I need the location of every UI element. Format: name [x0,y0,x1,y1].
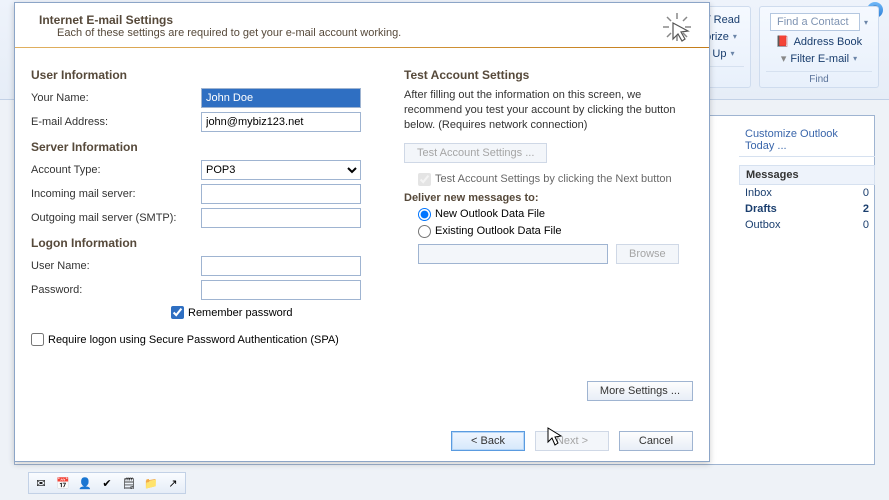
dialog-right-col: Test Account Settings After filling out … [404,60,693,352]
folders-icon[interactable]: 📁 [143,475,159,491]
email-settings-dialog: Internet E-mail Settings Each of these s… [14,2,710,462]
contacts-icon[interactable]: 👤 [77,475,93,491]
username-label: User Name: [31,260,201,272]
find-contact-placeholder: Find a Contact [770,13,860,31]
messages-header: Messages [739,165,875,185]
test-next-checkbox [418,173,431,186]
more-settings-button[interactable]: More Settings ... [587,381,693,401]
dialog-subtitle: Each of these settings are required to g… [57,27,695,39]
account-type-select[interactable]: POP3 [201,160,361,180]
email-label: E-mail Address: [31,116,201,128]
chevron-down-icon: ▾ [731,49,735,58]
shortcuts-icon[interactable]: ↗ [165,475,181,491]
dialog-header: Internet E-mail Settings Each of these s… [15,3,709,47]
next-button[interactable]: Next > [535,431,609,451]
logon-info-heading: Logon Information [31,236,386,250]
ribbon-group-find: Find a Contact ▾ 📕 Address Book ▾ Filter… [759,6,879,88]
your-name-input[interactable] [201,88,361,108]
message-row-drafts[interactable]: Drafts 2 [739,201,875,217]
existing-datafile-radio[interactable] [418,225,431,238]
message-row-label: Inbox [745,187,772,199]
test-next-label: Test Account Settings by clicking the Ne… [435,173,672,185]
cursor-click-icon [659,9,695,45]
spa-label: Require logon using Secure Password Auth… [48,334,339,346]
datafile-path-input [418,244,608,264]
test-description: After filling out the information on thi… [404,88,693,133]
customize-today-link[interactable]: Customize Outlook Today ... [739,124,875,157]
server-info-heading: Server Information [31,140,386,154]
tasks-icon[interactable]: ✔ [99,475,115,491]
test-heading: Test Account Settings [404,68,693,82]
spa-checkbox[interactable] [31,333,44,346]
message-row-count: 0 [863,219,869,231]
cancel-button[interactable]: Cancel [619,431,693,451]
quick-launch-bar: ✉ 📅 👤 ✔ 🗒 📁 ↗ [28,472,186,494]
message-row-count: 0 [863,187,869,199]
message-row-label: Drafts [745,203,777,215]
chevron-down-icon: ▾ [853,54,857,63]
find-contact-field[interactable]: Find a Contact ▾ [766,11,872,33]
your-name-label: Your Name: [31,92,201,104]
outgoing-input[interactable] [201,208,361,228]
incoming-label: Incoming mail server: [31,188,201,200]
calendar-icon[interactable]: 📅 [55,475,71,491]
deliver-heading: Deliver new messages to: [404,192,693,204]
filter-email-label: Filter E-mail [790,53,849,65]
username-input[interactable] [201,256,361,276]
message-row-count: 2 [863,203,869,215]
password-label: Password: [31,284,201,296]
user-info-heading: User Information [31,68,386,82]
notes-icon[interactable]: 🗒 [121,475,137,491]
remember-label: Remember password [188,307,293,319]
dialog-footer: < Back Next > Cancel [451,431,693,451]
remember-checkbox[interactable] [171,306,184,319]
new-datafile-label: New Outlook Data File [435,208,545,220]
dialog-left-col: User Information Your Name: E-mail Addre… [31,60,386,352]
existing-datafile-label: Existing Outlook Data File [435,225,562,237]
address-book-icon: 📕 [776,35,790,48]
address-book-label: Address Book [794,36,862,48]
browse-button[interactable]: Browse [616,244,679,264]
email-input[interactable] [201,112,361,132]
chevron-down-icon: ▾ [864,18,868,27]
outlook-today-pane: Customize Outlook Today ... Messages Inb… [739,124,875,233]
mail-icon[interactable]: ✉ [33,475,49,491]
filter-email-button[interactable]: ▾ Filter E-mail ▾ [777,50,861,67]
funnel-icon: ▾ [781,52,787,65]
test-account-button[interactable]: Test Account Settings ... [404,143,547,163]
back-button[interactable]: < Back [451,431,525,451]
incoming-input[interactable] [201,184,361,204]
message-row-label: Outbox [745,219,780,231]
dialog-divider [15,47,709,48]
chevron-down-icon: ▾ [733,32,737,41]
outgoing-label: Outgoing mail server (SMTP): [31,212,201,224]
dialog-title: Internet E-mail Settings [39,13,695,27]
message-row-outbox[interactable]: Outbox 0 [739,217,875,233]
dialog-body: User Information Your Name: E-mail Addre… [15,60,709,352]
message-row-inbox[interactable]: Inbox 0 [739,185,875,201]
find-group-label: Find [766,71,872,85]
address-book-button[interactable]: 📕 Address Book [772,33,866,50]
password-input[interactable] [201,280,361,300]
account-type-label: Account Type: [31,164,201,176]
new-datafile-radio[interactable] [418,208,431,221]
